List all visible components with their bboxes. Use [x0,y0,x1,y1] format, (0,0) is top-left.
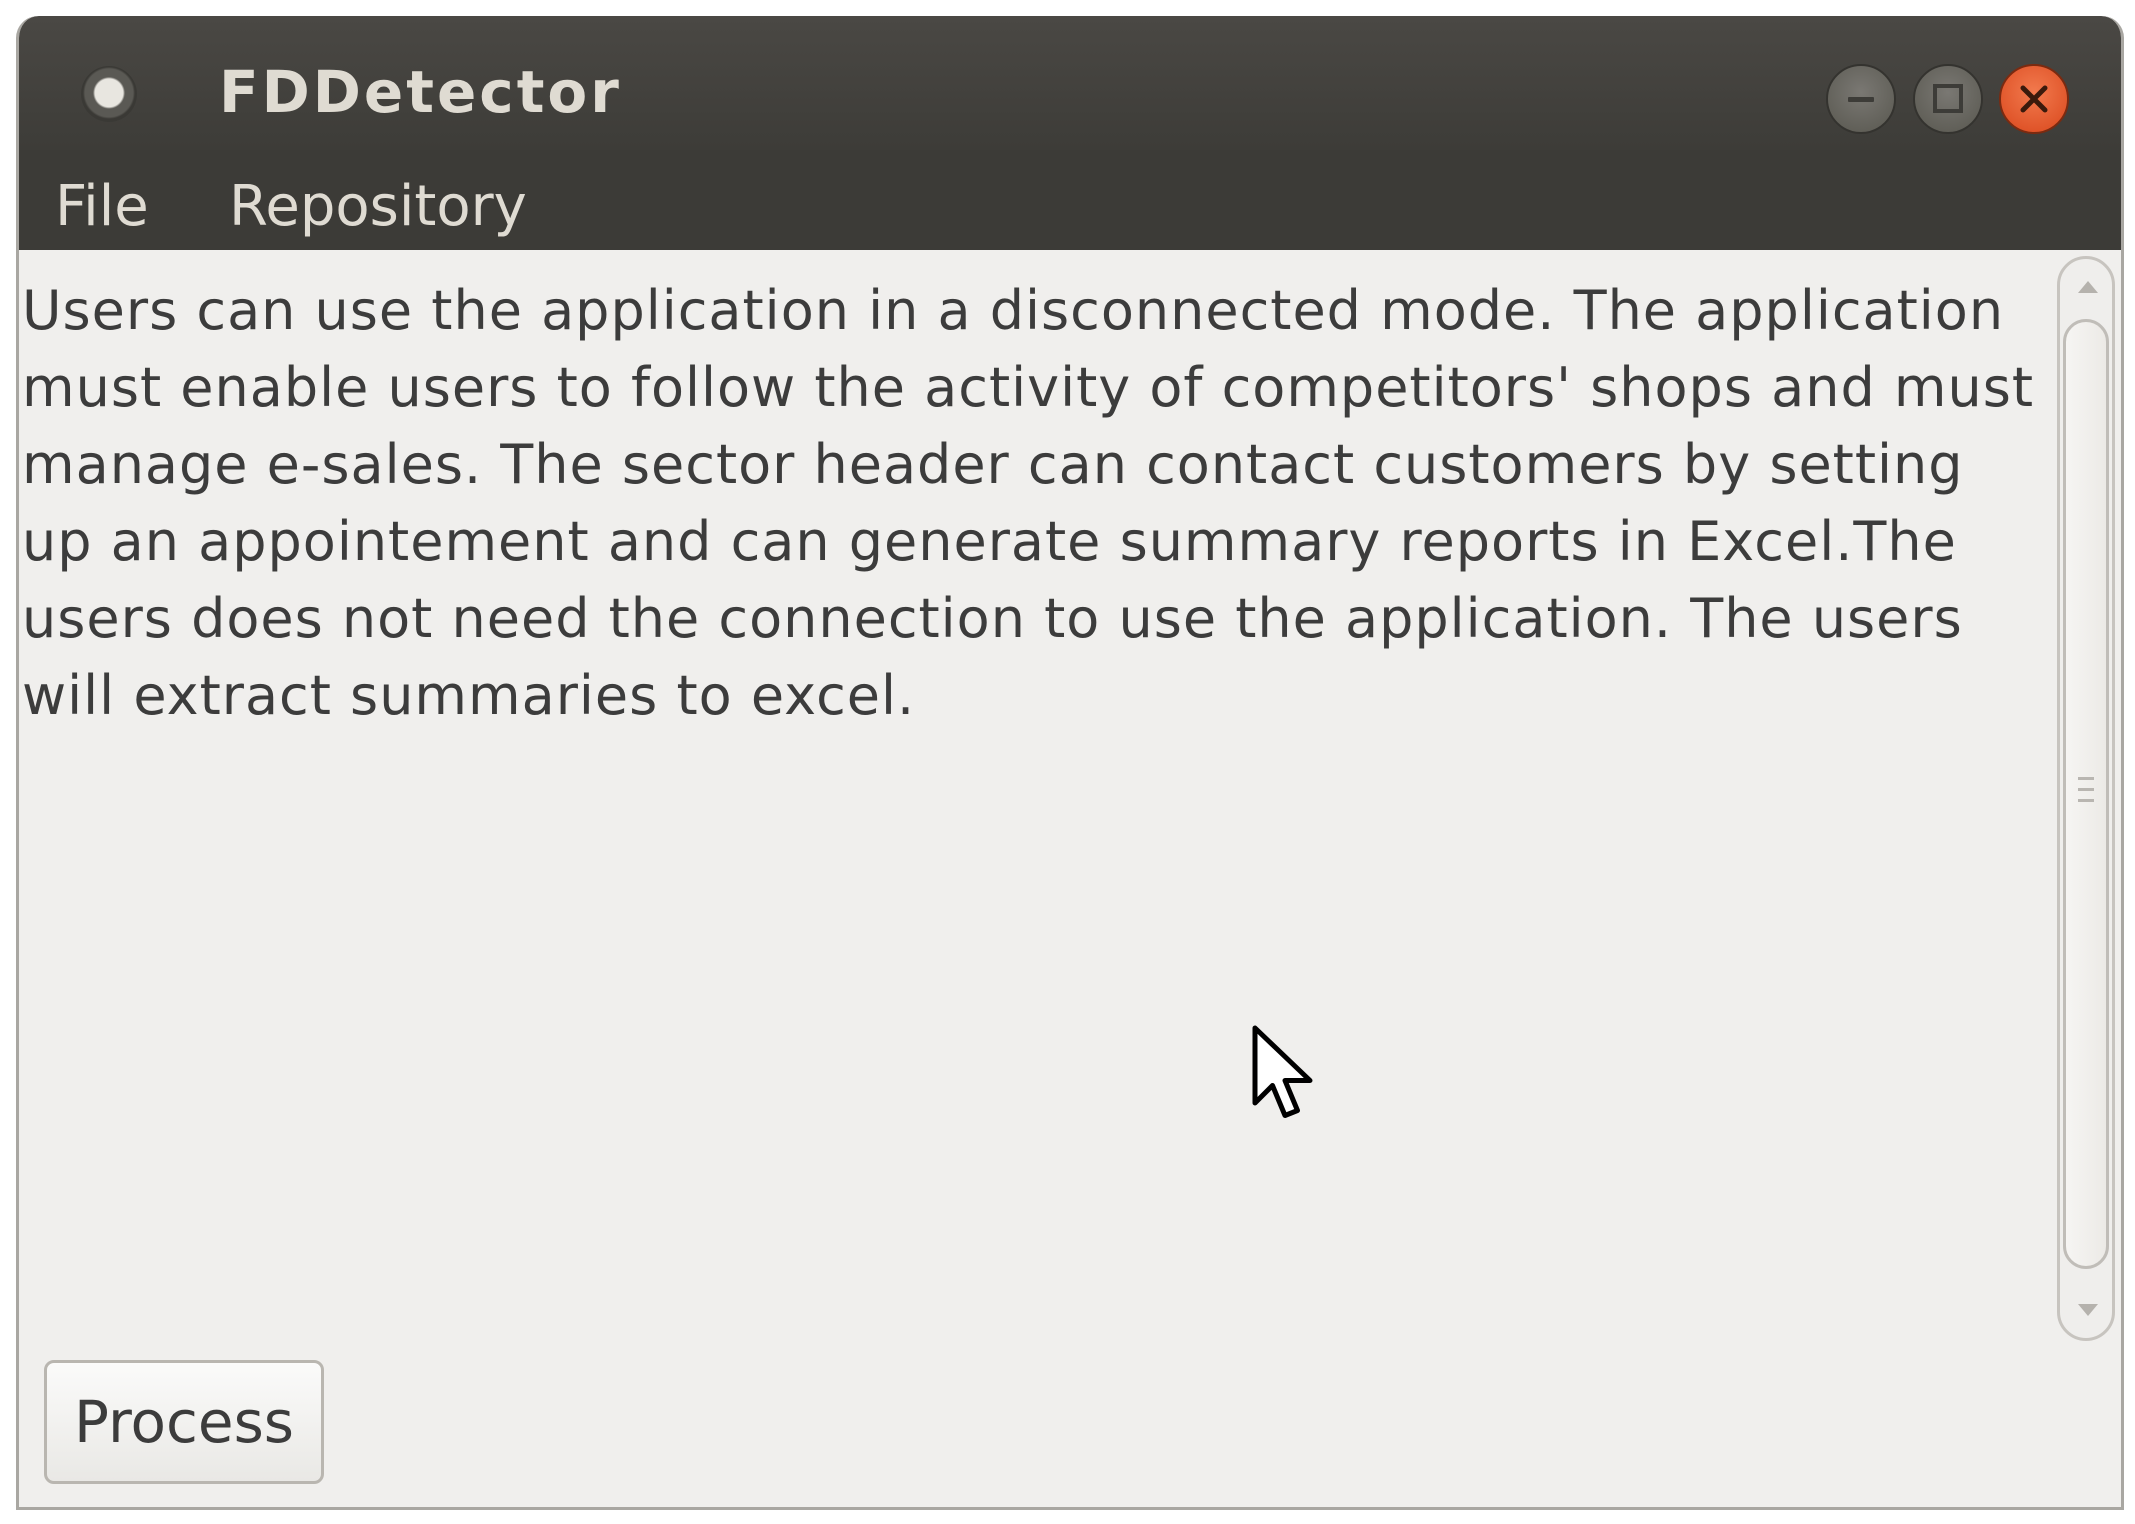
close-icon [2020,85,2048,113]
menu-file[interactable]: File [55,174,149,239]
window-title: FDDetector [219,58,622,126]
app-window: FDDetector File Repository Users can use… [16,16,2124,1510]
app-icon [81,66,137,122]
maximize-button[interactable] [1913,64,1983,134]
process-button[interactable]: Process [44,1360,324,1484]
menu-bar: File Repository [19,150,2121,250]
minimize-button[interactable] [1826,64,1896,134]
maximize-icon [1933,84,1963,113]
scroll-up-arrow-icon[interactable] [2078,281,2098,293]
close-button[interactable] [1999,64,2069,134]
menu-repository[interactable]: Repository [229,174,527,239]
grip-icon [2078,777,2094,807]
requirements-text-area[interactable]: Users can use the application in a disco… [19,250,2044,1340]
scroll-down-arrow-icon[interactable] [2078,1304,2098,1316]
scrollbar-thumb[interactable] [2063,319,2109,1269]
vertical-scrollbar[interactable] [2057,256,2115,1341]
title-bar[interactable]: FDDetector [19,16,2121,150]
minimize-icon [1848,97,1874,102]
mouse-pointer-icon [1252,1025,1313,1118]
